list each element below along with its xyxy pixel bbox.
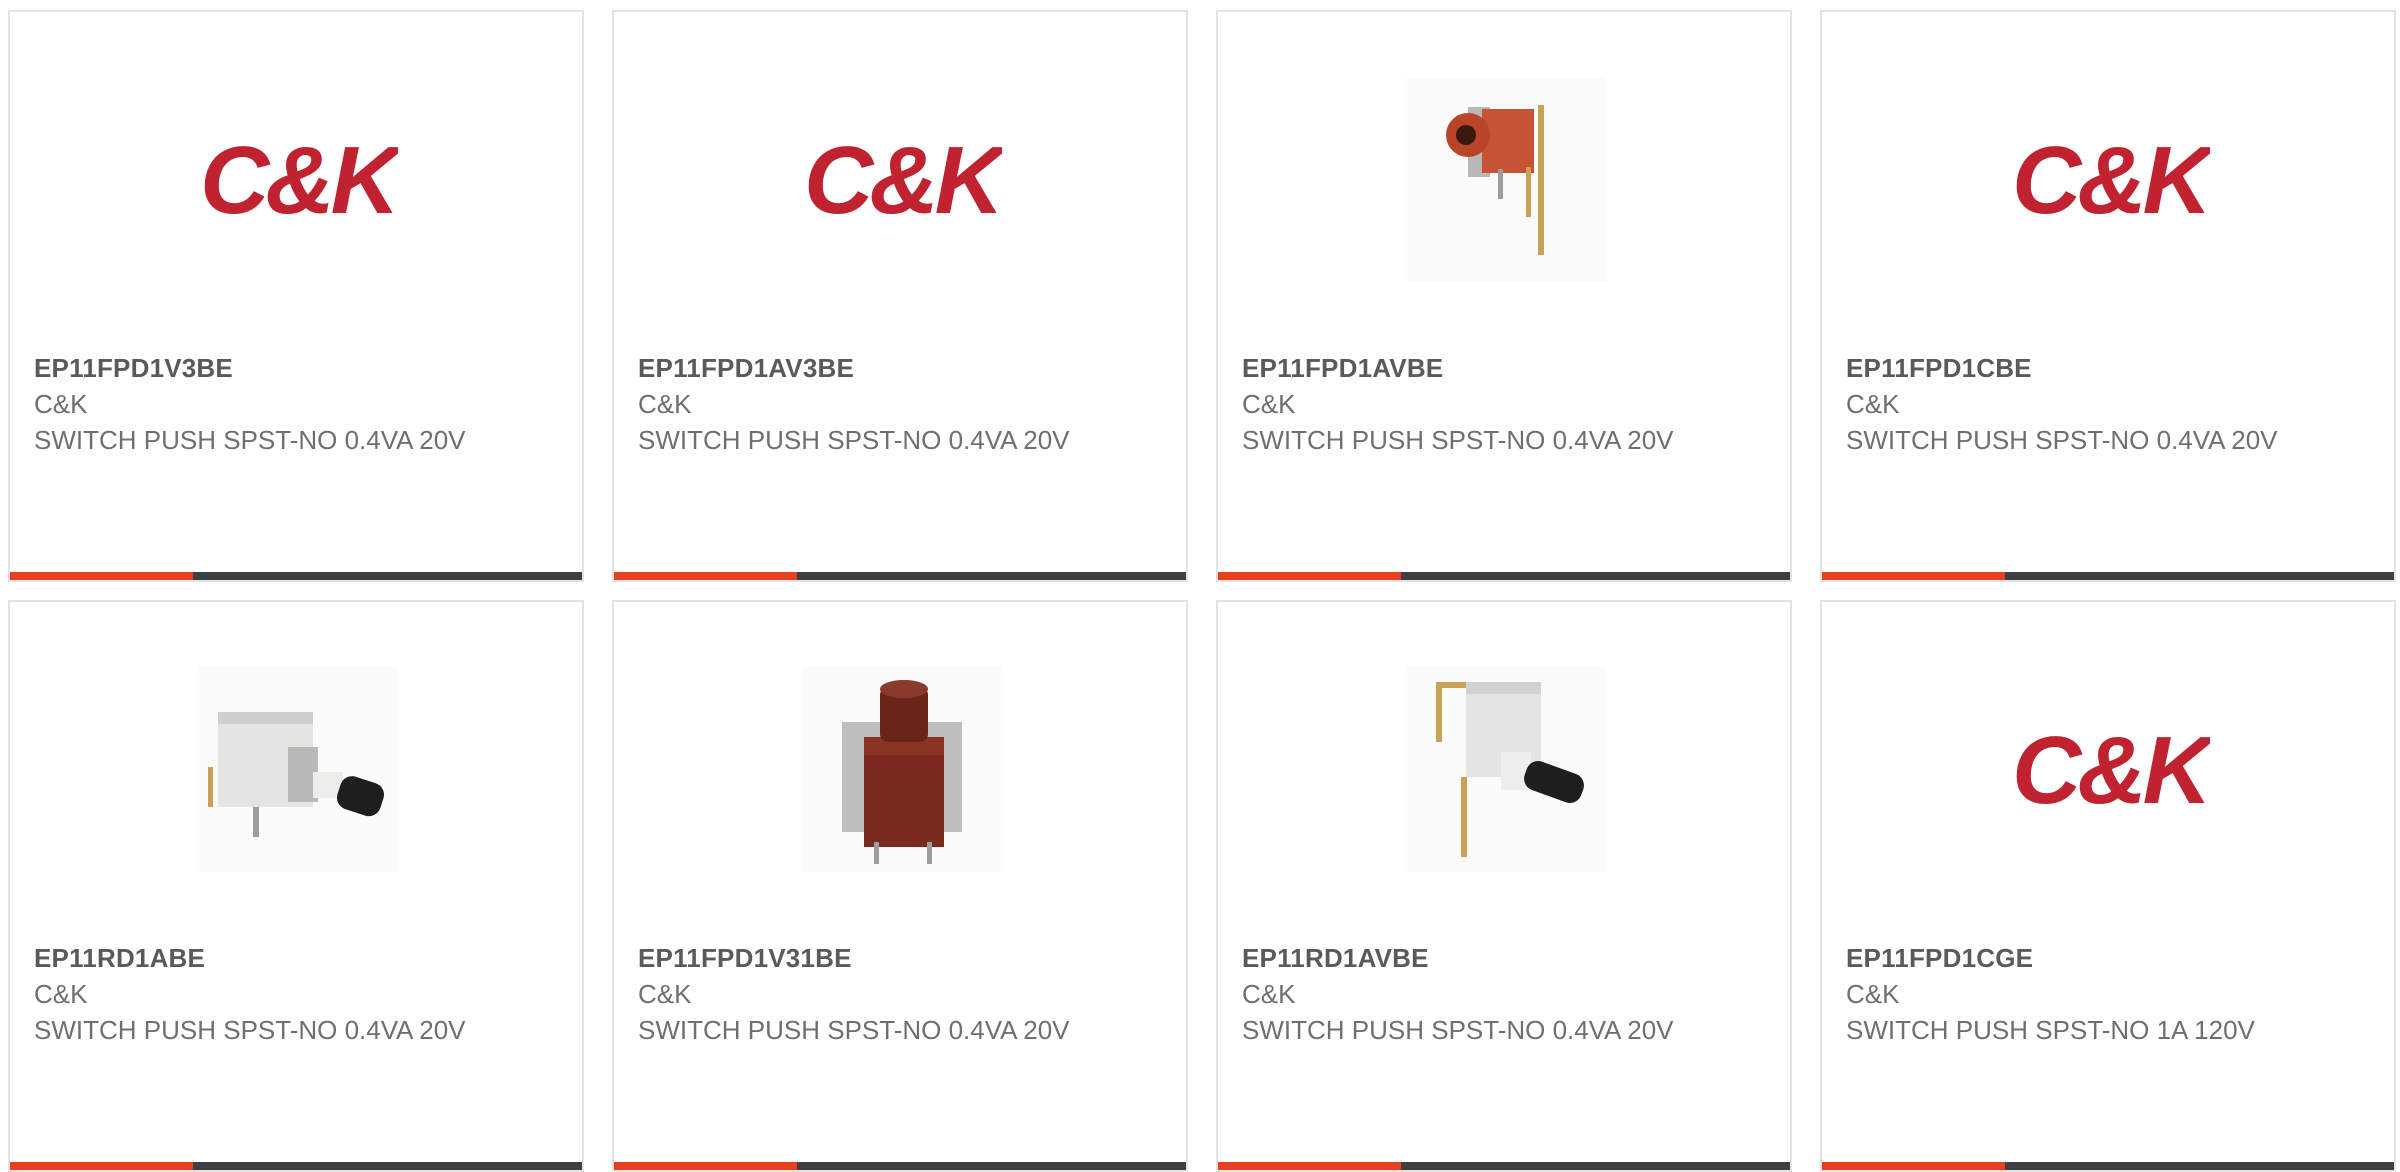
card-footer-accent [1822,572,2005,580]
product-card[interactable]: C&K EP11FPD1CGE C&K SWITCH PUSH SPST-NO … [1820,600,2396,1172]
part-number[interactable]: EP11RD1AVBE [1242,940,1429,976]
product-image[interactable]: C&K [2007,77,2212,282]
card-footer-bar [1822,1162,2394,1170]
card-footer-accent [614,572,797,580]
manufacturer: C&K [638,389,692,419]
product-description: SWITCH PUSH SPST-NO 1A 120V [1846,1015,2255,1045]
part-number[interactable]: EP11FPD1V3BE [34,350,233,386]
product-image[interactable] [1403,77,1608,282]
manufacturer: C&K [1242,389,1296,419]
card-footer-accent [614,1162,797,1170]
card-footer-bar [1218,572,1790,580]
ck-logo-icon: C&K [2012,127,2210,234]
manufacturer: C&K [34,389,88,419]
product-grid: C&K EP11FPD1V3BE C&K SWITCH PUSH SPST-NO… [0,0,2400,1172]
product-card[interactable]: C&K EP11FPD1CBE C&K SWITCH PUSH SPST-NO … [1820,10,2396,582]
product-description: SWITCH PUSH SPST-NO 0.4VA 20V [34,1015,466,1045]
part-number[interactable]: EP11FPD1CBE [1846,350,2032,386]
part-number[interactable]: EP11RD1ABE [34,940,205,976]
product-card[interactable]: EP11RD1ABE C&K SWITCH PUSH SPST-NO 0.4VA… [8,600,584,1172]
product-description: SWITCH PUSH SPST-NO 0.4VA 20V [1846,425,2278,455]
card-footer-accent [10,572,193,580]
card-footer-bar [614,1162,1186,1170]
product-card[interactable]: C&K EP11FPD1AV3BE C&K SWITCH PUSH SPST-N… [612,10,1188,582]
pushbutton-switch-icon [1405,667,1606,872]
svg-text:C&K: C&K [2012,717,2210,824]
product-card[interactable]: EP11FPD1V31BE C&K SWITCH PUSH SPST-NO 0.… [612,600,1188,1172]
ck-logo-icon: C&K [200,127,398,234]
card-footer-accent [1822,1162,2005,1170]
ck-logo-icon: C&K [2012,717,2210,824]
manufacturer: C&K [1846,389,1900,419]
manufacturer: C&K [638,979,692,1009]
card-footer-accent [1218,1162,1401,1170]
product-image[interactable]: C&K [799,77,1004,282]
manufacturer: C&K [1242,979,1296,1009]
product-description: SWITCH PUSH SPST-NO 0.4VA 20V [638,1015,1070,1045]
manufacturer: C&K [1846,979,1900,1009]
card-footer-bar [10,572,582,580]
part-number[interactable]: EP11FPD1AV3BE [638,350,854,386]
product-image[interactable]: C&K [2007,667,2212,872]
pushbutton-switch-icon [1405,77,1606,282]
product-image[interactable] [1403,667,1608,872]
product-description: SWITCH PUSH SPST-NO 0.4VA 20V [1242,425,1674,455]
card-footer-accent [10,1162,193,1170]
product-description: SWITCH PUSH SPST-NO 0.4VA 20V [34,425,466,455]
product-card[interactable]: C&K EP11FPD1V3BE C&K SWITCH PUSH SPST-NO… [8,10,584,582]
card-footer-bar [10,1162,582,1170]
card-footer-accent [1218,572,1401,580]
product-description: SWITCH PUSH SPST-NO 0.4VA 20V [638,425,1070,455]
manufacturer: C&K [34,979,88,1009]
card-footer-bar [1822,572,2394,580]
pushbutton-switch-icon [801,667,1002,872]
ck-logo-icon: C&K [804,127,1002,234]
card-footer-bar [1218,1162,1790,1170]
product-image[interactable] [195,667,400,872]
product-card[interactable]: EP11FPD1AVBE C&K SWITCH PUSH SPST-NO 0.4… [1216,10,1792,582]
part-number[interactable]: EP11FPD1AVBE [1242,350,1443,386]
pushbutton-switch-icon [197,667,398,872]
part-number[interactable]: EP11FPD1CGE [1846,940,2033,976]
product-card[interactable]: EP11RD1AVBE C&K SWITCH PUSH SPST-NO 0.4V… [1216,600,1792,1172]
product-description: SWITCH PUSH SPST-NO 0.4VA 20V [1242,1015,1674,1045]
product-image[interactable]: C&K [195,77,400,282]
svg-text:C&K: C&K [2012,127,2210,234]
product-image[interactable] [799,667,1004,872]
svg-text:C&K: C&K [200,127,398,234]
part-number[interactable]: EP11FPD1V31BE [638,940,852,976]
card-footer-bar [614,572,1186,580]
svg-text:C&K: C&K [804,127,1002,234]
